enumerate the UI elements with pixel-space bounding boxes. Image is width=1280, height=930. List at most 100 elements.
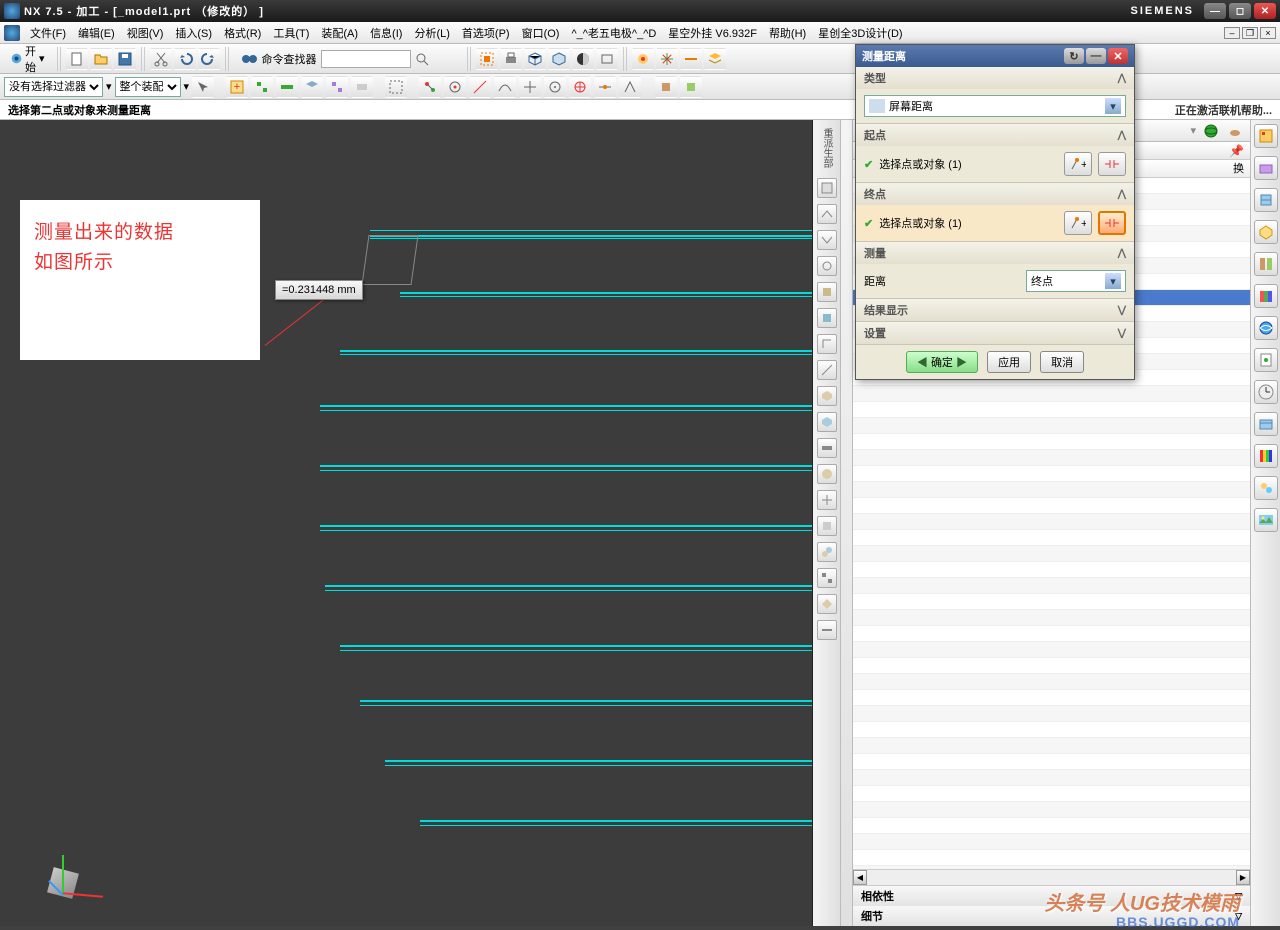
- menu-window[interactable]: 窗口(O): [516, 23, 566, 43]
- vbtn-17[interactable]: [817, 594, 837, 614]
- vbtn-3[interactable]: [817, 230, 837, 250]
- menu-prefs[interactable]: 首选项(P): [456, 23, 516, 43]
- start-inferred-button[interactable]: [1098, 152, 1126, 176]
- vbtn-15[interactable]: [817, 542, 837, 562]
- vbtn-14[interactable]: [817, 516, 837, 536]
- close-button[interactable]: ✕: [1254, 3, 1276, 19]
- view-triad[interactable]: [50, 870, 76, 896]
- menu-plugin2[interactable]: 星空外挂 V6.932F: [662, 23, 763, 43]
- globe-icon[interactable]: [1202, 122, 1220, 140]
- details-header[interactable]: 细节▽: [853, 906, 1250, 926]
- menu-info[interactable]: 信息(I): [364, 23, 408, 43]
- vbtn-1[interactable]: [817, 178, 837, 198]
- rect-button[interactable]: [596, 48, 618, 70]
- layers-button[interactable]: [704, 48, 726, 70]
- section-end-header[interactable]: 终点⋀: [856, 183, 1134, 205]
- dialog-minimize-button[interactable]: —: [1086, 48, 1106, 64]
- res-roles[interactable]: [1254, 476, 1278, 500]
- tool-cube2[interactable]: [680, 76, 702, 98]
- vbtn-12[interactable]: [817, 464, 837, 484]
- menu-insert[interactable]: 插入(S): [169, 23, 218, 43]
- horizontal-scrollbar[interactable]: ◀▶: [853, 869, 1250, 885]
- dialog-reset-button[interactable]: ↻: [1064, 48, 1084, 64]
- apply-button[interactable]: 应用: [987, 351, 1031, 373]
- res-sheet[interactable]: [1254, 348, 1278, 372]
- end-point-button[interactable]: +: [1064, 211, 1092, 235]
- vbtn-6[interactable]: [817, 308, 837, 328]
- sel-tool-3[interactable]: [251, 76, 273, 98]
- doc-close-button[interactable]: ×: [1260, 27, 1276, 39]
- save-button[interactable]: [114, 48, 136, 70]
- wireframe-button[interactable]: [548, 48, 570, 70]
- res-template[interactable]: [1254, 412, 1278, 436]
- res-image[interactable]: [1254, 508, 1278, 532]
- vbtn-7[interactable]: [817, 334, 837, 354]
- ok-button[interactable]: 确定: [906, 351, 978, 373]
- res-internet[interactable]: [1254, 316, 1278, 340]
- doc-restore-button[interactable]: ❐: [1242, 27, 1258, 39]
- res-history[interactable]: [1254, 380, 1278, 404]
- tool-c[interactable]: [680, 48, 702, 70]
- res-palette[interactable]: [1254, 444, 1278, 468]
- res-assembly[interactable]: [1254, 188, 1278, 212]
- section-settings-header[interactable]: 设置⋁: [856, 322, 1134, 344]
- cube-button[interactable]: [524, 48, 546, 70]
- cancel-button[interactable]: 取消: [1040, 351, 1084, 373]
- sel-tool-6[interactable]: [326, 76, 348, 98]
- snap-6[interactable]: [544, 76, 566, 98]
- vbtn-5[interactable]: [817, 282, 837, 302]
- menu-format[interactable]: 格式(R): [218, 23, 267, 43]
- vbtn-18[interactable]: [817, 620, 837, 640]
- snap-2[interactable]: [444, 76, 466, 98]
- vbtn-11[interactable]: [817, 438, 837, 458]
- end-inferred-button[interactable]: [1098, 211, 1126, 235]
- vbtn-8[interactable]: [817, 360, 837, 380]
- menu-assembly[interactable]: 装配(A): [315, 23, 364, 43]
- menu-edit[interactable]: 编辑(E): [72, 23, 121, 43]
- snap-3[interactable]: [469, 76, 491, 98]
- sel-tool-7[interactable]: [351, 76, 373, 98]
- res-books[interactable]: [1254, 284, 1278, 308]
- res-part[interactable]: [1254, 156, 1278, 180]
- snap-4[interactable]: [494, 76, 516, 98]
- vbtn-2[interactable]: [817, 204, 837, 224]
- menu-analysis[interactable]: 分析(L): [408, 23, 455, 43]
- type-combo[interactable]: 屏幕距离 ▾: [864, 95, 1126, 117]
- menu-help[interactable]: 帮助(H): [763, 23, 812, 43]
- teapot-icon[interactable]: [1226, 122, 1244, 140]
- shaded-button[interactable]: [572, 48, 594, 70]
- snap-9[interactable]: [619, 76, 641, 98]
- dependency-header[interactable]: 相依性▽: [853, 886, 1250, 906]
- menu-plugin1[interactable]: ^_^老五电极^_^D: [565, 23, 662, 43]
- graphics-viewport[interactable]: 测量出来的数据 如图所示 =0.231448 mm: [0, 120, 813, 926]
- snap-7[interactable]: [569, 76, 591, 98]
- res-reuse[interactable]: [1254, 252, 1278, 276]
- sel-tool-2[interactable]: +: [226, 76, 248, 98]
- tool-b[interactable]: [656, 48, 678, 70]
- sel-tool-1[interactable]: [192, 76, 214, 98]
- section-type-header[interactable]: 类型⋀: [856, 67, 1134, 89]
- distance-combo[interactable]: 终点 ▾: [1026, 270, 1126, 292]
- search-icon[interactable]: [415, 52, 429, 66]
- filter-select-1[interactable]: 没有选择过滤器: [4, 77, 103, 97]
- vbtn-13[interactable]: [817, 490, 837, 510]
- section-result-header[interactable]: 结果显示⋁: [856, 299, 1134, 321]
- region-button[interactable]: [476, 48, 498, 70]
- cut-button[interactable]: [150, 48, 172, 70]
- dialog-close-button[interactable]: ✕: [1108, 48, 1128, 64]
- splitter[interactable]: [841, 120, 853, 926]
- minimize-button[interactable]: —: [1204, 3, 1226, 19]
- section-measure-header[interactable]: 测量⋀: [856, 242, 1134, 264]
- start-point-button[interactable]: +: [1064, 152, 1092, 176]
- sel-tool-5[interactable]: [301, 76, 323, 98]
- cmdfinder-input[interactable]: [321, 50, 411, 68]
- vbtn-4[interactable]: [817, 256, 837, 276]
- section-start-header[interactable]: 起点⋀: [856, 124, 1134, 146]
- menu-tools[interactable]: 工具(T): [267, 23, 315, 43]
- res-navigator[interactable]: [1254, 124, 1278, 148]
- menu-view[interactable]: 视图(V): [121, 23, 170, 43]
- vbtn-10[interactable]: [817, 412, 837, 432]
- undo-button[interactable]: [174, 48, 196, 70]
- menu-plugin3[interactable]: 星创全3D设计(D): [812, 23, 908, 43]
- doc-min-button[interactable]: –: [1224, 27, 1240, 39]
